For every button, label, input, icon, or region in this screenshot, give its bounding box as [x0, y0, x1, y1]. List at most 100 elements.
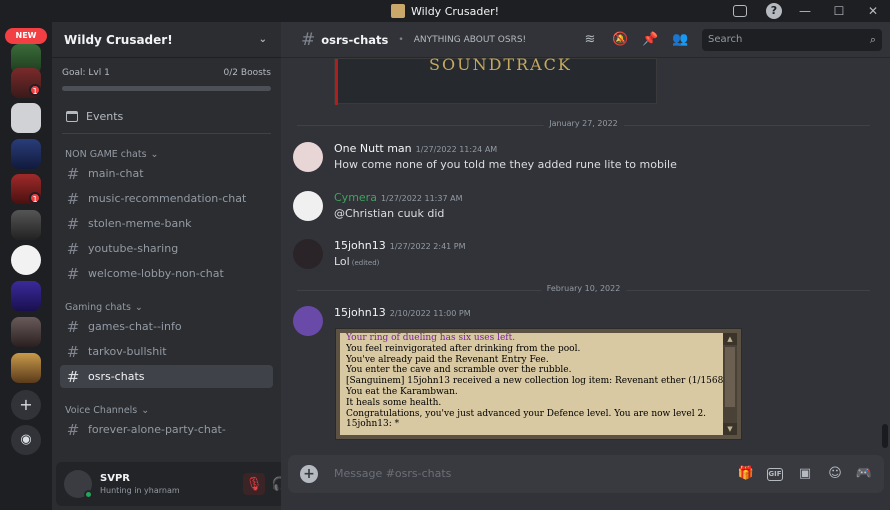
- scroll-thumb: [725, 347, 735, 407]
- new-badge: NEW: [5, 28, 47, 44]
- pin-icon[interactable]: 📌: [642, 32, 658, 48]
- game-chat-screenshot[interactable]: Your ring of dueling has six uses left. Y…: [336, 329, 741, 439]
- channel-item[interactable]: # stolen-meme-bank: [60, 212, 273, 235]
- attach-plus-icon[interactable]: +: [300, 465, 318, 483]
- game-chat-line: [Sanguinem] 15john13 received a new coll…: [346, 376, 724, 387]
- avatar[interactable]: [293, 191, 323, 221]
- date-divider: January 27, 2022: [297, 119, 870, 128]
- mute-mic-icon[interactable]: 🎙: [243, 473, 265, 495]
- close-button[interactable]: ✕: [856, 4, 890, 18]
- hash-icon: #: [66, 264, 80, 283]
- game-chat-scrollbar: ▲ ▼: [723, 333, 737, 435]
- message-composer[interactable]: + Message #osrs-chats 🎁 GIF ▣ ☺ 🎮: [288, 455, 884, 493]
- gif-icon[interactable]: GIF: [767, 468, 783, 481]
- mention-badge-2: 1: [29, 192, 41, 204]
- activities-gamepad-icon[interactable]: 🎮: [855, 466, 873, 482]
- embed-accent: [335, 59, 338, 105]
- channel-name: games-chat--info: [88, 320, 182, 333]
- server-icon-character[interactable]: [11, 210, 41, 240]
- title-bar: Wildy Crusader! ? — ☐ ✕: [0, 0, 890, 22]
- message-input[interactable]: Message #osrs-chats: [334, 467, 451, 480]
- explore-servers-icon[interactable]: ◉: [11, 425, 41, 455]
- channel-name: youtube-sharing: [88, 242, 179, 255]
- hash-icon: #: [66, 317, 80, 336]
- chat-scrollbar[interactable]: [882, 424, 888, 448]
- channel-item[interactable]: # forever-alone-party-chat-: [60, 418, 273, 441]
- app-icon: [390, 4, 405, 18]
- emoji-icon[interactable]: ☺: [826, 466, 844, 482]
- channel-item[interactable]: # music-recommendation-chat: [60, 187, 273, 210]
- embed-image[interactable]: SOUNDTRACK: [334, 55, 657, 105]
- server-icon-wolf[interactable]: [11, 103, 41, 133]
- message-text: Lol: [334, 255, 350, 268]
- boost-goal[interactable]: Goal: Lvl 1 0/2 Boosts: [52, 58, 281, 78]
- notification-muted-icon[interactable]: 🔕: [612, 32, 628, 48]
- game-chat-line: You feel reinvigorated after drinking fr…: [346, 343, 581, 354]
- help-icon[interactable]: ?: [766, 3, 782, 19]
- category-label: Voice Channels: [65, 405, 138, 416]
- avatar[interactable]: [293, 142, 323, 172]
- channel-topic[interactable]: ANYTHING ABOUT OSRS!: [414, 35, 526, 45]
- server-list: NEW 1 1 + ◉: [0, 22, 52, 510]
- members-icon[interactable]: 👥: [672, 32, 688, 48]
- message-timestamp: 1/27/2022 2:41 PM: [389, 242, 466, 251]
- message-author[interactable]: Cymera: [334, 191, 377, 204]
- game-chat-lines: Your ring of dueling has six uses left. Y…: [346, 333, 724, 430]
- search-input[interactable]: Search ⌕: [702, 29, 882, 51]
- channel-item[interactable]: # main-chat: [60, 162, 273, 185]
- sticker-icon[interactable]: ▣: [796, 466, 814, 482]
- channel-name: tarkov-bullshit: [88, 345, 167, 358]
- message-author[interactable]: 15john13: [334, 306, 386, 319]
- channel-name: main-chat: [88, 167, 144, 180]
- channel-item[interactable]: # osrs-chats: [60, 365, 273, 388]
- screen-share-icon[interactable]: [733, 5, 747, 17]
- hash-icon: #: [66, 367, 80, 386]
- channel-item[interactable]: # welcome-lobby-non-chat: [60, 262, 273, 285]
- events-item[interactable]: Events: [66, 105, 281, 127]
- channel-name: stolen-meme-bank: [88, 217, 192, 230]
- category-label: NON GAME chats: [65, 149, 147, 160]
- game-chat-line: You've already paid the Revenant Entry F…: [346, 354, 549, 365]
- channel-name: music-recommendation-chat: [88, 192, 247, 205]
- game-chat-line: 15john13: *: [346, 419, 400, 430]
- custom-status: Hunting in yharnam: [100, 486, 180, 495]
- game-chat-line: You enter the cave and scramble over the…: [346, 365, 572, 376]
- category-label: Gaming chats: [65, 302, 131, 313]
- minimize-button[interactable]: —: [788, 4, 822, 18]
- add-server-icon[interactable]: +: [11, 390, 41, 420]
- maximize-button[interactable]: ☐: [822, 4, 856, 18]
- server-icon-nex[interactable]: [11, 281, 41, 311]
- threads-icon[interactable]: ≋: [582, 32, 598, 48]
- message-author[interactable]: One Nutt man: [334, 142, 412, 155]
- hash-icon: #: [66, 342, 80, 361]
- message-timestamp: 2/10/2022 11:00 PM: [389, 309, 471, 318]
- message-text: How come none of you told me they added …: [334, 158, 677, 171]
- boost-count: 0/2 Boosts: [223, 68, 271, 78]
- message-author[interactable]: 15john13: [334, 239, 386, 252]
- channel-item[interactable]: # games-chat--info: [60, 315, 273, 338]
- hash-icon: #: [301, 29, 316, 50]
- game-chat-line: Your ring of dueling has six uses left.: [346, 333, 516, 343]
- game-chat-line: Congratulations, you've just advanced yo…: [346, 408, 707, 419]
- game-chat-line: You eat the Karambwan.: [346, 386, 458, 397]
- avatar[interactable]: [293, 306, 323, 336]
- server-icon-warrior[interactable]: [11, 317, 41, 347]
- guild-header[interactable]: Wildy Crusader! ⌄: [52, 22, 281, 58]
- channel-item[interactable]: # youtube-sharing: [60, 237, 273, 260]
- gift-icon[interactable]: 🎁: [737, 466, 755, 482]
- chat-area: # osrs-chats • ANYTHING ABOUT OSRS! ≋ 🔕 …: [281, 22, 890, 510]
- window-title: Wildy Crusader!: [410, 4, 500, 18]
- server-icon-leagues[interactable]: [11, 139, 41, 169]
- server-icon-skull[interactable]: [11, 245, 41, 275]
- server-icon-desert[interactable]: [11, 353, 41, 383]
- calendar-icon: [66, 110, 78, 122]
- avatar[interactable]: [293, 239, 323, 269]
- channel-category[interactable]: Voice Channels ⌄: [65, 394, 281, 416]
- avatar[interactable]: [64, 470, 93, 499]
- divider: [62, 133, 271, 134]
- channel-item[interactable]: # tarkov-bullshit: [60, 340, 273, 363]
- channel-category[interactable]: Gaming chats ⌄: [65, 291, 281, 313]
- channel-category[interactable]: NON GAME chats ⌄: [65, 138, 281, 160]
- message-text: @Christian cuuk did: [334, 207, 445, 220]
- date-divider: February 10, 2022: [297, 284, 870, 293]
